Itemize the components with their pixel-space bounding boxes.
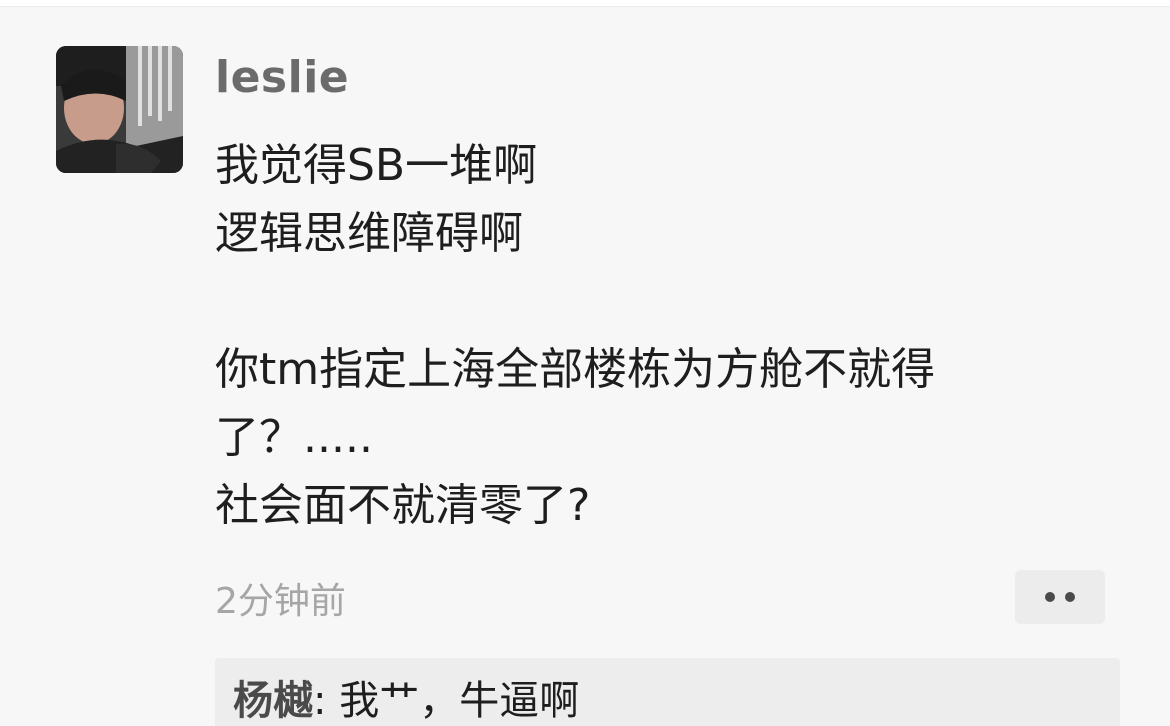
comment-screen: leslie 我觉得SB一堆啊 逻辑思维障碍啊 你tm指定上海全部楼栋为方舱不就… xyxy=(0,0,1170,726)
comment-line: 逻辑思维障碍啊 xyxy=(215,208,523,259)
comment-blank-line xyxy=(215,268,1095,336)
comment-content: 我觉得SB一堆啊 逻辑思维障碍啊 你tm指定上海全部楼栋为方舱不就得 了？...… xyxy=(215,132,1095,540)
avatar[interactable] xyxy=(56,46,183,173)
comment-line: 我觉得SB一堆啊 xyxy=(215,140,538,191)
comment-line: 社会面不就清零了? xyxy=(215,480,591,531)
comment-line: 了？..... xyxy=(215,412,373,463)
more-dots-icon xyxy=(1065,592,1075,602)
timestamp: 2分钟前 xyxy=(215,581,346,622)
more-dots-icon xyxy=(1045,592,1055,602)
reply-author[interactable]: 杨樾 xyxy=(233,678,313,724)
username[interactable]: leslie xyxy=(215,52,349,103)
comment-line: 你tm指定上海全部楼栋为方舱不就得 xyxy=(215,344,936,395)
user-avatar-image xyxy=(56,46,183,173)
reply-item[interactable]: 杨樾: 我艹，牛逼啊 xyxy=(233,668,579,726)
reply-text: 我艹，牛逼啊 xyxy=(339,678,580,724)
more-button[interactable] xyxy=(1015,570,1105,624)
top-divider xyxy=(0,0,1170,7)
reply-separator: : xyxy=(313,678,340,724)
